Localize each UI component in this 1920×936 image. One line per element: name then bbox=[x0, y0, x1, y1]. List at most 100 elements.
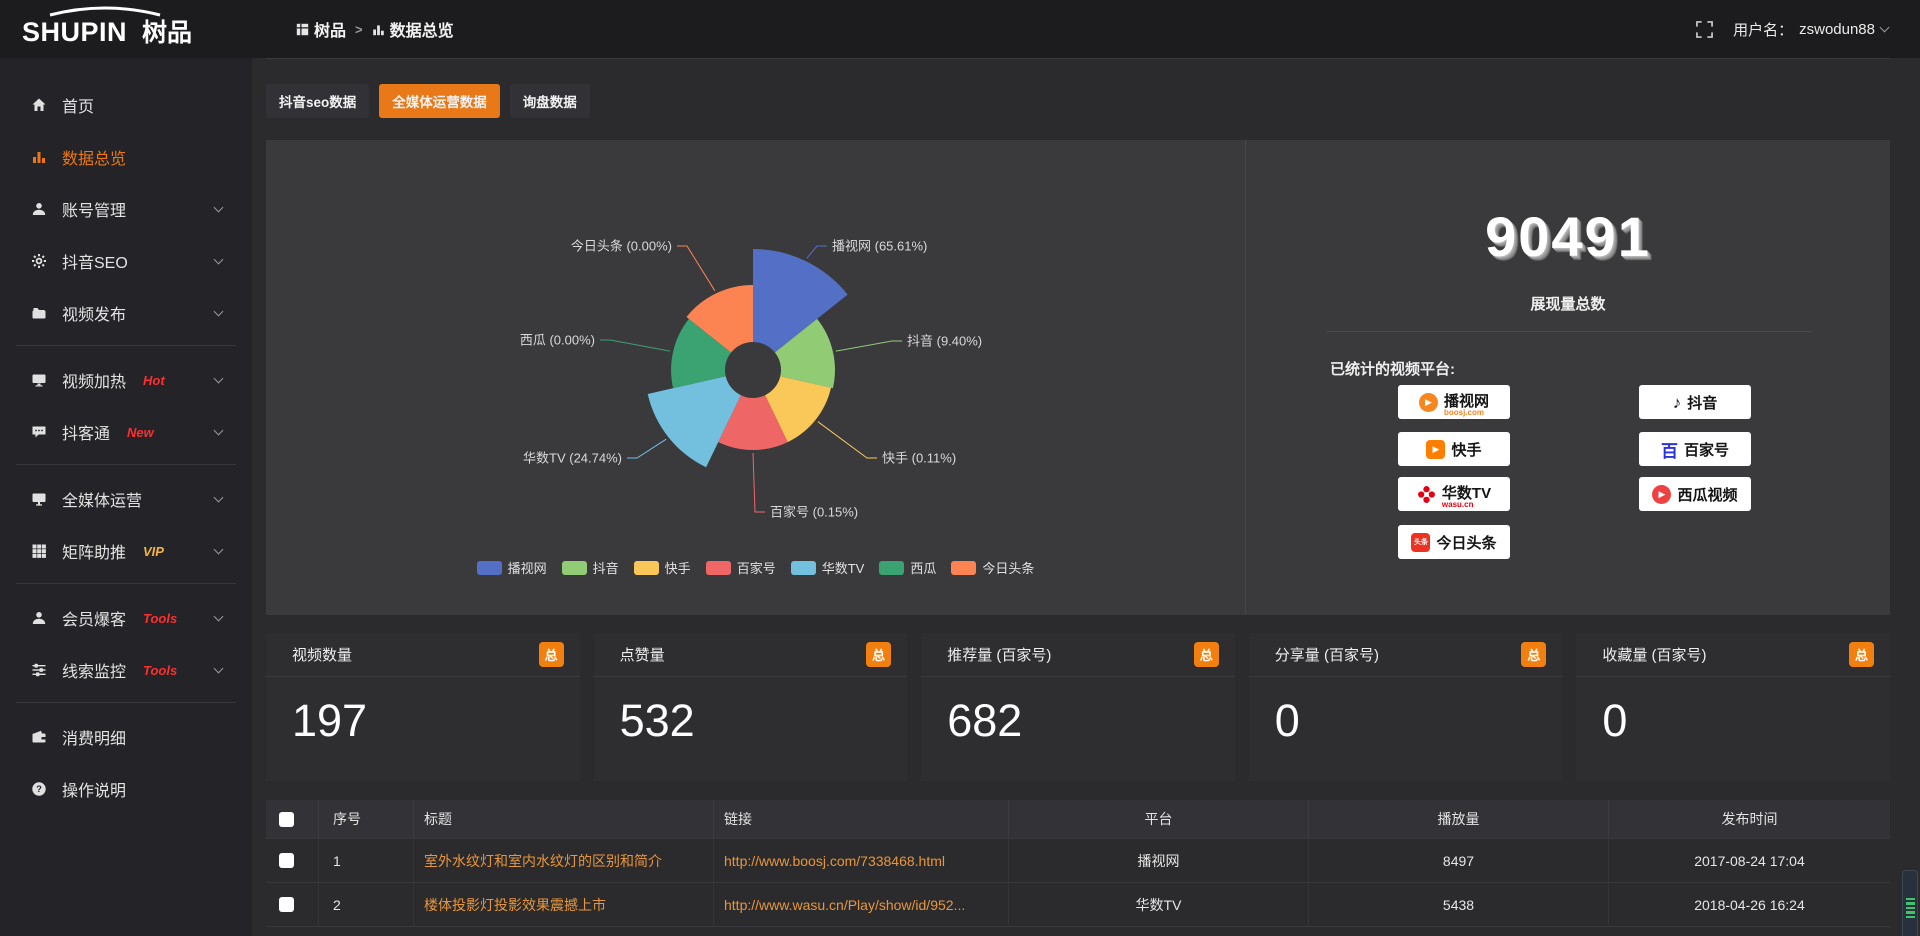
help-icon: ? bbox=[30, 781, 47, 797]
platform-badge-douyin: ♪ 抖音 bbox=[1639, 385, 1751, 419]
floating-widget[interactable] bbox=[1902, 870, 1918, 936]
sidebar-divider bbox=[16, 345, 236, 346]
fullscreen-icon[interactable] bbox=[1696, 21, 1713, 38]
stat-card-value: 197 bbox=[292, 695, 580, 747]
stat-card-title: 收藏量 (百家号) bbox=[1602, 644, 1706, 665]
tab-omnimedia-data[interactable]: 全媒体运营数据 bbox=[379, 84, 500, 118]
app-logo[interactable]: SHUPIN 树品 bbox=[0, 6, 252, 53]
platforms-title: 已统计的视频平台: bbox=[1330, 358, 1890, 379]
total-badge: 总 bbox=[539, 642, 564, 667]
pie-slice-华数TV[interactable] bbox=[648, 376, 741, 467]
logo-text-en: SHUPIN bbox=[22, 17, 127, 47]
chevron-down-icon bbox=[214, 612, 224, 622]
screen-icon bbox=[30, 372, 47, 388]
chart-legend: 播视网 抖音 快手 百家号 华数TV 西瓜 今日头条 bbox=[266, 558, 1245, 577]
legend-item[interactable]: 抖音 bbox=[562, 558, 619, 577]
legend-swatch bbox=[706, 561, 731, 575]
tab-douyin-seo-data[interactable]: 抖音seo数据 bbox=[266, 84, 369, 118]
pie-label: 播视网 (65.61%) bbox=[832, 239, 927, 254]
pie-label: 华数TV (24.74%) bbox=[523, 451, 622, 466]
table-row: 2 楼体投影灯投影效果震撼上市 http://www.wasu.cn/Play/… bbox=[266, 882, 1890, 926]
header-divider bbox=[266, 58, 1890, 59]
total-badge: 总 bbox=[866, 642, 891, 667]
sidebar-item-douketong[interactable]: 抖客通 New bbox=[0, 412, 252, 452]
table-header-row: 序号 标题 链接 平台 播放量 发布时间 bbox=[266, 800, 1890, 838]
stat-card-value: 0 bbox=[1602, 695, 1890, 747]
video-title-link[interactable]: 室外水纹灯和室内水纹灯的区别和简介 bbox=[424, 851, 662, 871]
stat-card-value: 0 bbox=[1275, 695, 1563, 747]
legend-item[interactable]: 播视网 bbox=[477, 558, 547, 577]
user-menu[interactable]: 用户名：zswodun88 bbox=[1733, 19, 1888, 40]
pie-label-line bbox=[807, 246, 827, 258]
breadcrumb-root[interactable]: 树品 bbox=[296, 17, 346, 41]
col-header-index: 序号 bbox=[319, 800, 414, 838]
monitor-icon bbox=[30, 491, 47, 507]
tab-inquiry-data[interactable]: 询盘数据 bbox=[510, 84, 590, 118]
vip-badge: VIP bbox=[143, 544, 164, 559]
stat-card-title: 视频数量 bbox=[292, 644, 352, 665]
legend-item[interactable]: 西瓜 bbox=[879, 558, 936, 577]
sidebar-item-douyin-seo[interactable]: 抖音SEO bbox=[0, 241, 252, 281]
pie-label-line bbox=[836, 341, 902, 351]
legend-item[interactable]: 华数TV bbox=[791, 558, 865, 577]
video-url-link[interactable]: http://www.wasu.cn/Play/show/id/952... bbox=[724, 897, 965, 913]
row-index: 1 bbox=[319, 839, 414, 882]
chevron-down-icon bbox=[1880, 23, 1890, 33]
video-title-link[interactable]: 楼体投影灯投影效果震撼上市 bbox=[424, 895, 606, 915]
row-checkbox[interactable] bbox=[279, 853, 294, 868]
new-badge: New bbox=[127, 425, 154, 440]
grid-icon bbox=[30, 543, 47, 559]
row-checkbox[interactable] bbox=[279, 897, 294, 912]
platform-badge-toutiao: 头条 今日头条 bbox=[1398, 525, 1510, 559]
sidebar-item-data-overview[interactable]: 数据总览 bbox=[0, 137, 252, 177]
pie-label-line bbox=[677, 246, 715, 291]
sidebar-item-video-boost[interactable]: 视频加热 Hot bbox=[0, 360, 252, 400]
kuaishou-logo-icon: ▶ bbox=[1426, 440, 1445, 459]
legend-item[interactable]: 百家号 bbox=[706, 558, 776, 577]
pie-label-line bbox=[753, 453, 765, 512]
hot-badge: Hot bbox=[143, 373, 165, 388]
sidebar: 首页 数据总览 账号管理 抖音SEO 视频发布 视频加热 Hot 抖客通 New… bbox=[0, 58, 252, 936]
select-all-checkbox[interactable] bbox=[279, 812, 294, 827]
pie-label: 今日头条 (0.00%) bbox=[571, 239, 672, 254]
sidebar-divider bbox=[16, 464, 236, 465]
sliders-icon bbox=[30, 662, 47, 678]
douyin-logo-icon: ♪ bbox=[1673, 394, 1682, 411]
nightingale-pie-chart: 播视网 (65.61%)抖音 (9.40%)快手 (0.11%)百家号 (0.1… bbox=[266, 140, 1245, 550]
sidebar-item-leads[interactable]: 线索监控 Tools bbox=[0, 650, 252, 690]
legend-item[interactable]: 今日头条 bbox=[951, 558, 1034, 577]
stat-card-value: 532 bbox=[620, 695, 908, 747]
pie-label-line bbox=[627, 439, 666, 458]
legend-swatch bbox=[477, 561, 502, 575]
platform-badge-xigua: ▶ 西瓜视频 bbox=[1639, 477, 1751, 511]
sidebar-item-home[interactable]: 首页 bbox=[0, 85, 252, 125]
legend-swatch bbox=[634, 561, 659, 575]
pie-label: 西瓜 (0.00%) bbox=[520, 333, 595, 348]
row-platform: 华数TV bbox=[1009, 883, 1309, 926]
legend-item[interactable]: 快手 bbox=[634, 558, 691, 577]
sidebar-item-spending[interactable]: 消费明细 bbox=[0, 717, 252, 757]
stat-card-title: 点赞量 bbox=[620, 644, 665, 665]
total-badge: 总 bbox=[1521, 642, 1546, 667]
stat-card-likes: 点赞量 总 532 bbox=[594, 633, 908, 781]
chevron-down-icon bbox=[214, 307, 224, 317]
xigua-logo-icon: ▶ bbox=[1652, 485, 1671, 504]
sidebar-item-account[interactable]: 账号管理 bbox=[0, 189, 252, 229]
sidebar-item-matrix[interactable]: 矩阵助推 VIP bbox=[0, 531, 252, 571]
total-badge: 总 bbox=[1194, 642, 1219, 667]
pie-label: 快手 (0.11%) bbox=[882, 451, 956, 466]
breadcrumb-current[interactable]: 数据总览 bbox=[372, 17, 454, 41]
sidebar-item-omnimedia[interactable]: 全媒体运营 bbox=[0, 479, 252, 519]
video-url-link[interactable]: http://www.boosj.com/7338468.html bbox=[724, 853, 945, 869]
sidebar-item-help[interactable]: ? 操作说明 bbox=[0, 769, 252, 809]
chevron-down-icon bbox=[214, 255, 224, 265]
sidebar-item-video-publish[interactable]: 视频发布 bbox=[0, 293, 252, 333]
tools-badge: Tools bbox=[143, 663, 177, 678]
stat-card-title: 推荐量 (百家号) bbox=[947, 644, 1051, 665]
home-icon bbox=[30, 97, 47, 113]
logo-arc bbox=[50, 8, 160, 15]
row-index: 2 bbox=[319, 883, 414, 926]
sidebar-item-member[interactable]: 会员爆客 Tools bbox=[0, 598, 252, 638]
toutiao-logo-icon: 头条 bbox=[1411, 533, 1430, 552]
stat-card-recommends: 推荐量 (百家号) 总 682 bbox=[921, 633, 1235, 781]
